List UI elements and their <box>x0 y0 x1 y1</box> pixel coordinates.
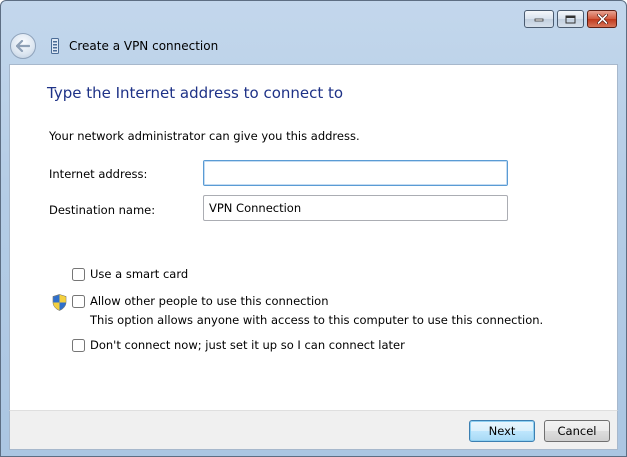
internet-address-input[interactable] <box>203 160 508 186</box>
page-heading: Type the Internet address to connect to <box>47 84 344 102</box>
close-button[interactable] <box>587 10 617 28</box>
next-button[interactable]: Next <box>469 420 535 442</box>
destination-name-input[interactable] <box>203 195 508 221</box>
maximize-button[interactable] <box>557 10 584 28</box>
destination-name-label: Destination name: <box>49 203 156 217</box>
smart-card-label[interactable]: Use a smart card <box>90 267 188 281</box>
vpn-connection-icon <box>50 38 60 55</box>
wizard-header: Create a VPN connection <box>10 32 218 60</box>
back-arrow-icon <box>16 40 30 52</box>
caption-buttons <box>524 10 617 28</box>
connect-later-option[interactable]: Don't connect now; just set it up so I c… <box>72 338 405 352</box>
intro-text: Your network administrator can give you … <box>49 129 360 143</box>
smart-card-option[interactable]: Use a smart card <box>72 267 188 281</box>
smart-card-checkbox[interactable] <box>72 267 85 281</box>
minimize-icon <box>534 18 544 22</box>
connect-later-label[interactable]: Don't connect now; just set it up so I c… <box>90 338 405 352</box>
vpn-wizard-window: Create a VPN connection Type the Interne… <box>0 0 627 457</box>
allow-others-label[interactable]: Allow other people to use this connectio… <box>90 294 329 308</box>
wizard-footer: Next Cancel <box>9 410 618 450</box>
cancel-button[interactable]: Cancel <box>544 420 610 442</box>
back-button[interactable] <box>10 33 36 59</box>
uac-shield-icon <box>52 294 67 311</box>
internet-address-label: Internet address: <box>49 167 148 181</box>
allow-others-option[interactable]: Allow other people to use this connectio… <box>72 294 329 308</box>
allow-others-description: This option allows anyone with access to… <box>90 313 544 327</box>
wizard-content: Type the Internet address to connect to … <box>9 64 618 410</box>
allow-others-checkbox[interactable] <box>72 294 85 308</box>
connect-later-checkbox[interactable] <box>72 338 85 352</box>
maximize-icon <box>565 15 576 23</box>
window-title: Create a VPN connection <box>69 39 219 53</box>
minimize-button[interactable] <box>524 10 554 28</box>
close-icon <box>596 14 608 24</box>
